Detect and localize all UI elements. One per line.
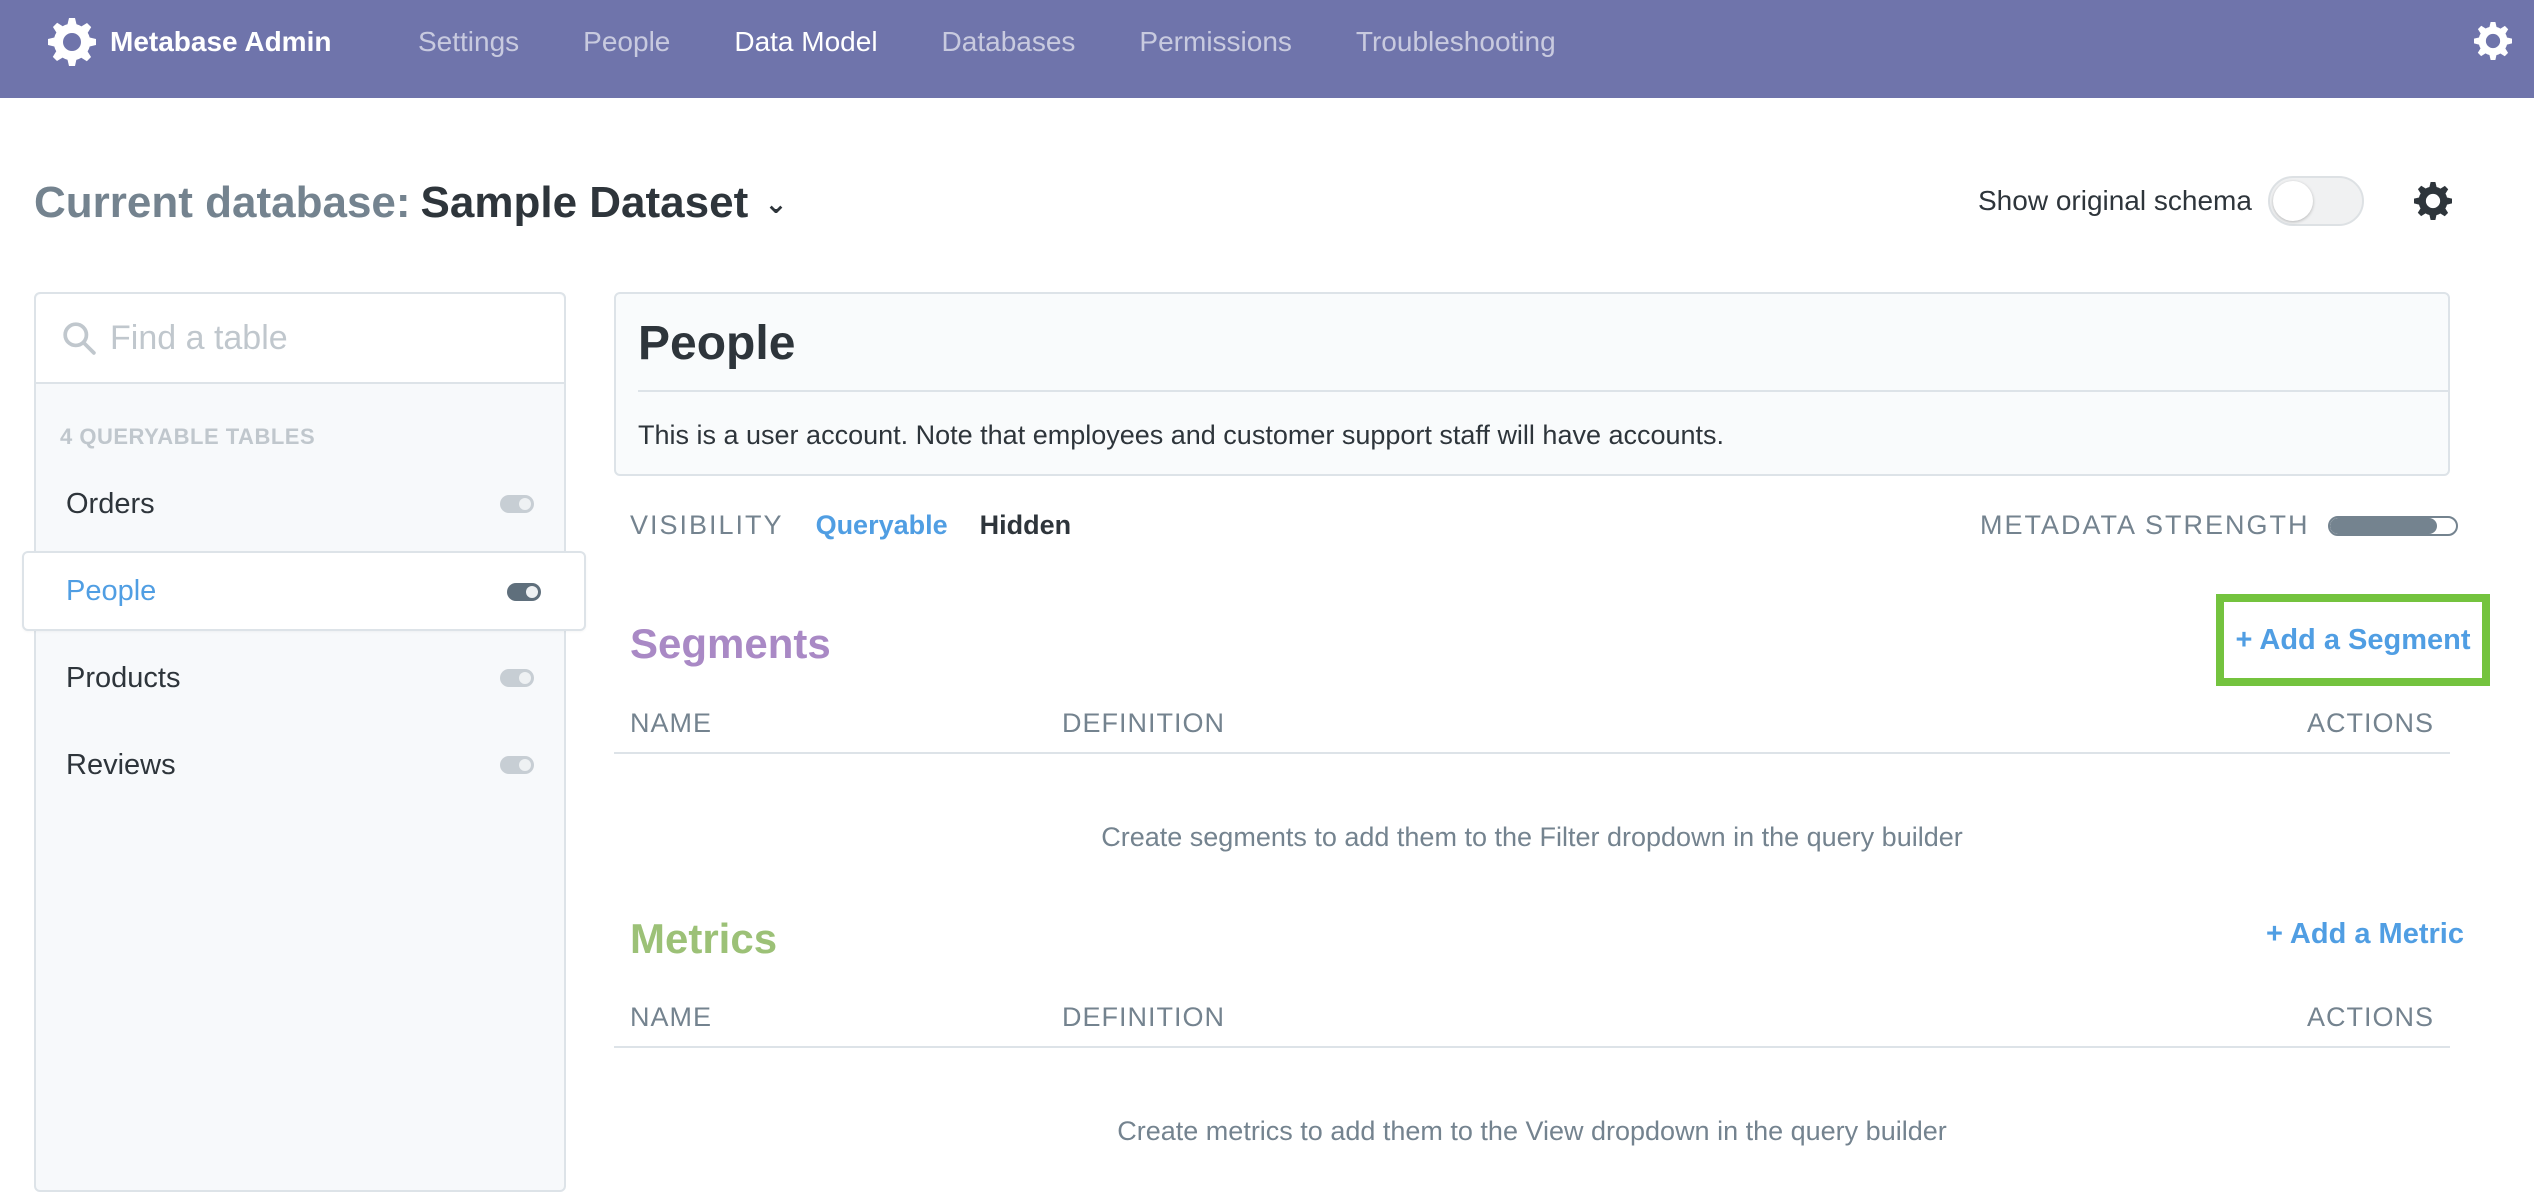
nav-item-databases[interactable]: Databases	[942, 26, 1076, 58]
divider	[638, 390, 2448, 392]
schema-toggle-group: Show original schema	[1978, 176, 2364, 226]
table-item-reviews[interactable]: Reviews	[36, 725, 564, 805]
segments-header-row: NAME DEFINITION ACTIONS	[614, 704, 2450, 754]
brand[interactable]: Metabase Admin	[48, 18, 331, 66]
gear-icon[interactable]	[2414, 182, 2452, 220]
brand-title: Metabase Admin	[110, 26, 332, 57]
table-item-label: Orders	[66, 487, 155, 520]
metadata-strength-fill	[2329, 517, 2437, 534]
table-name[interactable]: People	[638, 316, 795, 371]
table-item-label: Reviews	[66, 748, 176, 781]
visibility-hidden-option[interactable]: Hidden	[980, 510, 1072, 541]
metadata-strength-bar	[2327, 515, 2458, 536]
visibility-toggle-icon	[500, 756, 534, 774]
show-original-schema-toggle[interactable]	[2267, 176, 2364, 226]
visibility-toggle-icon	[500, 669, 534, 687]
visibility-toggle-icon	[500, 495, 534, 513]
table-item-label: People	[66, 574, 157, 607]
metadata-strength-label: METADATA STRENGTH	[1980, 510, 2310, 540]
table-item-orders[interactable]: Orders	[36, 464, 564, 544]
nav-items: Settings People Data Model Databases Per…	[418, 26, 1620, 58]
table-search[interactable]	[36, 294, 564, 384]
add-metric-button[interactable]: + Add a Metric	[2266, 918, 2464, 951]
column-header-actions: ACTIONS	[2306, 1002, 2434, 1032]
database-prefix: Current database:	[34, 178, 411, 227]
table-description[interactable]: This is a user account. Note that employ…	[638, 420, 1724, 451]
metrics-empty-message: Create metrics to add them to the View d…	[1117, 1116, 1947, 1146]
column-header-actions: ACTIONS	[2306, 708, 2434, 738]
nav-item-troubleshooting[interactable]: Troubleshooting	[1356, 26, 1556, 58]
visibility-label: VISIBILITY	[630, 510, 784, 540]
nav-item-data-model[interactable]: Data Model	[734, 26, 877, 58]
database-selector[interactable]: Current database: Sample Dataset ⌄	[34, 178, 788, 228]
tables-count: 4 QUERYABLE TABLES	[60, 424, 316, 449]
visibility-toggle-icon	[507, 583, 541, 601]
table-item-label: Products	[66, 661, 181, 694]
metrics-header-row: NAME DEFINITION ACTIONS	[614, 998, 2450, 1048]
column-header-name: NAME	[630, 708, 713, 738]
database-name: Sample Dataset	[420, 178, 749, 227]
settings-gear-icon[interactable]	[2474, 22, 2512, 60]
tables-sidebar: 4 QUERYABLE TABLES Orders People Product…	[22, 292, 586, 1192]
add-segment-button[interactable]: + Add a Segment	[2216, 594, 2490, 686]
visibility-row: VISIBILITY Queryable Hidden	[630, 510, 1071, 541]
visibility-queryable-option[interactable]: Queryable	[816, 510, 948, 541]
column-header-definition: DEFINITION	[1062, 708, 1225, 738]
nav-item-people[interactable]: People	[583, 26, 670, 58]
gear-icon	[48, 18, 96, 66]
find-table-input[interactable]	[110, 318, 530, 358]
toggle-knob	[2272, 181, 2313, 221]
nav-item-permissions[interactable]: Permissions	[1139, 26, 1291, 58]
nav-item-settings[interactable]: Settings	[418, 26, 519, 58]
chevron-down-icon[interactable]: ⌄	[764, 187, 787, 220]
search-icon	[63, 322, 96, 355]
column-header-definition: DEFINITION	[1062, 1002, 1225, 1032]
metadata-strength: METADATA STRENGTH	[1980, 510, 2458, 541]
table-item-people[interactable]: People	[22, 551, 586, 631]
table-item-products[interactable]: Products	[36, 638, 564, 718]
segments-empty-message: Create segments to add them to the Filte…	[1101, 822, 1963, 852]
metrics-title: Metrics	[630, 915, 778, 962]
top-nav: Metabase Admin Settings People Data Mode…	[0, 0, 2534, 98]
column-header-name: NAME	[630, 1002, 713, 1032]
table-details-card: People This is a user account. Note that…	[614, 292, 2450, 476]
schema-toggle-label: Show original schema	[1978, 185, 2252, 216]
segments-title: Segments	[630, 620, 831, 667]
